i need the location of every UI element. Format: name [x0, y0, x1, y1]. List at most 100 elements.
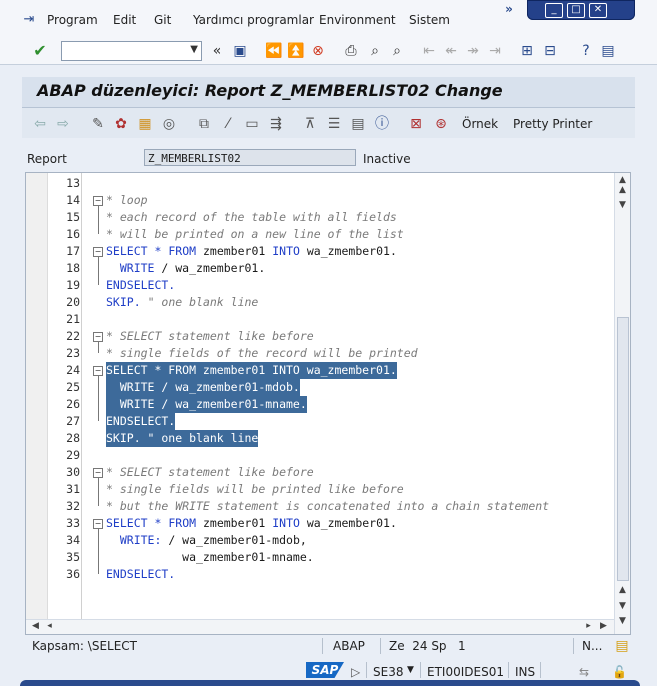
next-page-icon[interactable]: ↠: [464, 42, 482, 60]
menu-system[interactable]: Sistem: [409, 13, 450, 27]
code-text[interactable]: SELECT * FROM zmember01 INTO wa_zmember0…: [106, 243, 397, 260]
horizontal-scrollbar[interactable]: ◀ ◂ ▸ ▶: [26, 619, 614, 634]
scroll-top-icon[interactable]: ▲: [615, 185, 630, 195]
code-line[interactable]: 33 SELECT * FROM zmember01 INTO wa_zmembe…: [26, 515, 614, 532]
insert-mode[interactable]: INS: [515, 665, 535, 679]
find-next-icon[interactable]: ⌕: [388, 42, 406, 60]
forward-arrow-icon[interactable]: ⇨: [54, 115, 72, 133]
test-icon[interactable]: ◎: [160, 115, 178, 133]
code-line[interactable]: 20 SKIP. " one blank line: [26, 294, 614, 311]
more-menu-icon[interactable]: »: [501, 2, 517, 18]
new-session-icon[interactable]: ⊞: [518, 42, 536, 60]
code-line[interactable]: 19 ENDSELECT.: [26, 277, 614, 294]
code-text[interactable]: WRITE / wa_zmember01-mname.: [106, 396, 307, 413]
scroll-left-icon[interactable]: ◂: [42, 621, 57, 631]
fold-toggle-icon[interactable]: −: [93, 247, 103, 257]
code-line[interactable]: 35 wa_zmember01-mname.: [26, 549, 614, 566]
code-text[interactable]: WRITE: / wa_zmember01-mdob,: [106, 532, 307, 549]
notepad-icon[interactable]: ▤: [613, 637, 631, 655]
code-text[interactable]: * loop: [106, 192, 148, 209]
code-line[interactable]: 28 SKIP. " one blank line: [26, 430, 614, 447]
scroll-down-icon[interactable]: ▲: [615, 585, 630, 595]
previous-page-icon[interactable]: ↞: [442, 42, 460, 60]
code-text[interactable]: ENDSELECT.: [106, 277, 175, 294]
external-breakpoint-icon[interactable]: ⊛: [432, 115, 450, 133]
code-text[interactable]: SKIP. " one blank line: [106, 294, 258, 311]
display-object-icon[interactable]: ▭: [243, 115, 261, 133]
menu-utilities[interactable]: Yardımcı programlar: [193, 13, 314, 27]
fold-toggle-icon[interactable]: −: [93, 366, 103, 376]
code-text[interactable]: ENDSELECT.: [106, 566, 175, 583]
code-line[interactable]: 26 WRITE / wa_zmember01-mname.: [26, 396, 614, 413]
command-field[interactable]: ▼: [61, 41, 202, 61]
code-text[interactable]: WRITE / wa_zmember01-mdob.: [106, 379, 300, 396]
code-text[interactable]: SELECT * FROM zmember01 INTO wa_zmember0…: [106, 515, 397, 532]
code-line[interactable]: 32 * but the WRITE statement is concatena…: [26, 498, 614, 515]
scroll-right-icon[interactable]: ▶: [596, 621, 611, 631]
hierarchy-icon[interactable]: ⊼: [301, 115, 319, 133]
code-text[interactable]: * each record of the table with all fiel…: [106, 209, 397, 226]
transfer-icon[interactable]: ⇆: [579, 665, 589, 679]
back-arrow-icon[interactable]: ⇦: [31, 115, 49, 133]
find-icon[interactable]: ⌕: [366, 42, 384, 60]
code-text[interactable]: * will be printed on a new line of the l…: [106, 226, 404, 243]
code-line[interactable]: 31 * single fields will be printed like b…: [26, 481, 614, 498]
code-line[interactable]: 27 ENDSELECT.: [26, 413, 614, 430]
pretty-printer-button[interactable]: Pretty Printer: [513, 117, 592, 131]
fold-toggle-icon[interactable]: −: [93, 196, 103, 206]
print-icon[interactable]: ⎙: [342, 42, 360, 60]
activate-icon[interactable]: ▦: [136, 115, 154, 133]
code-text[interactable]: SKIP. " one blank line: [106, 430, 259, 447]
code-line[interactable]: 30 * SELECT statement like before: [26, 464, 614, 481]
lock-icon[interactable]: 🔓: [612, 665, 627, 679]
code-line[interactable]: 34 WRITE: / wa_zmember01-mdob,: [26, 532, 614, 549]
code-text[interactable]: ENDSELECT.: [106, 413, 176, 430]
code-line[interactable]: 36 ENDSELECT.: [26, 566, 614, 583]
code-text[interactable]: * SELECT statement like before: [106, 464, 314, 481]
first-page-icon[interactable]: ⇤: [420, 42, 438, 60]
menu-edit[interactable]: Edit: [113, 13, 136, 27]
back-icon[interactable]: ⏪: [265, 42, 283, 60]
code-line[interactable]: 22 * SELECT statement like before: [26, 328, 614, 345]
code-line[interactable]: 16 * will be printed on a new line of the…: [26, 226, 614, 243]
shortcut-icon[interactable]: ⊟: [541, 42, 559, 60]
vertical-scrollbar[interactable]: ▲ ▲ ▼ ▲ ▼ ▼: [614, 173, 630, 634]
code-line[interactable]: 21: [26, 311, 614, 328]
enter-icon[interactable]: ✔: [31, 42, 49, 60]
breakpoint-set-icon[interactable]: ⊠: [407, 115, 425, 133]
ornek-button[interactable]: Örnek: [462, 117, 498, 131]
info-icon[interactable]: ⓘ: [373, 115, 391, 133]
maximize-icon[interactable]: □: [567, 3, 585, 18]
scroll-top-icon[interactable]: ▲: [615, 175, 630, 185]
code-text[interactable]: WRITE / wa_zmember01.: [106, 260, 265, 277]
scroll-up-icon[interactable]: ▼: [615, 200, 630, 210]
breakpoint-icon[interactable]: ☰: [325, 115, 343, 133]
code-line[interactable]: 14 * loop: [26, 192, 614, 209]
code-line[interactable]: 23 * single fields of the record will be …: [26, 345, 614, 362]
layout-settings-icon[interactable]: ▤: [599, 42, 617, 60]
close-icon[interactable]: ✕: [589, 3, 607, 18]
menu-git[interactable]: Git: [154, 13, 171, 27]
fold-toggle-icon[interactable]: −: [93, 468, 103, 478]
code-text[interactable]: * single fields of the record will be pr…: [106, 345, 418, 362]
scroll-right-icon[interactable]: ▸: [581, 621, 596, 631]
code-line[interactable]: 15 * each record of the table with all fi…: [26, 209, 614, 226]
fold-toggle-icon[interactable]: −: [93, 332, 103, 342]
last-page-icon[interactable]: ⇥: [486, 42, 504, 60]
save-icon[interactable]: ▣: [231, 42, 249, 60]
code-line[interactable]: 25 WRITE / wa_zmember01-mdob.: [26, 379, 614, 396]
play-icon[interactable]: ▷: [351, 665, 360, 679]
help-icon[interactable]: ?: [577, 42, 595, 60]
where-used-icon[interactable]: ⧉: [195, 115, 213, 133]
display-change-icon[interactable]: ✎: [89, 115, 107, 133]
code-line[interactable]: 18 WRITE / wa_zmember01.: [26, 260, 614, 277]
code-text[interactable]: SELECT * FROM zmember01 INTO wa_zmember0…: [106, 362, 397, 379]
collapse-icon[interactable]: «: [208, 42, 226, 60]
cancel-icon[interactable]: ⊗: [309, 42, 327, 60]
scroll-left-icon[interactable]: ◀: [28, 621, 43, 631]
code-text[interactable]: * single fields will be printed like bef…: [106, 481, 404, 498]
code-line[interactable]: 24 SELECT * FROM zmember01 INTO wa_zmembe…: [26, 362, 614, 379]
code-line[interactable]: 29: [26, 447, 614, 464]
scroll-bottom-icon[interactable]: ▼: [615, 601, 630, 611]
object-list-icon[interactable]: ⁄: [219, 115, 237, 133]
